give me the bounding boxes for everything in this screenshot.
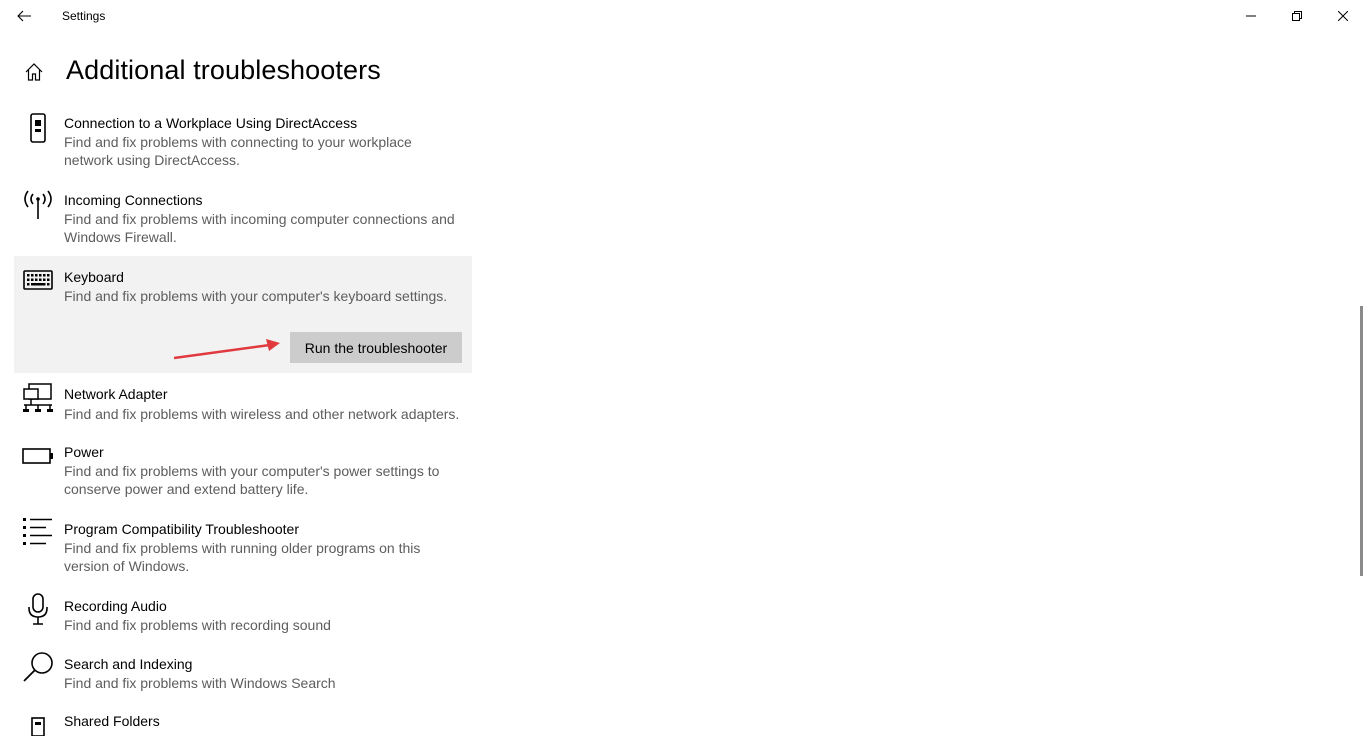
- item-description: Find and fix problems with incoming comp…: [64, 211, 455, 227]
- close-icon: [1338, 11, 1348, 21]
- item-description: Find and fix problems with your computer…: [64, 288, 448, 304]
- close-button[interactable]: [1320, 0, 1366, 32]
- shared-folder-icon: [22, 710, 54, 742]
- keyboard-icon: [22, 264, 54, 296]
- list-item-power[interactable]: Power Find and fix problems with your co…: [14, 431, 472, 508]
- item-description: conserve power and extend battery life.: [64, 481, 309, 497]
- item-description: network using DirectAccess.: [64, 152, 240, 168]
- microphone-icon: [22, 593, 54, 625]
- restore-icon: [1292, 11, 1302, 21]
- item-title: Program Compatibility Troubleshooter: [64, 521, 299, 537]
- list-item-incoming-connections[interactable]: Incoming Connections Find and fix proble…: [14, 183, 472, 260]
- home-icon: [25, 63, 43, 81]
- minimize-button[interactable]: [1228, 0, 1274, 32]
- page-title: Additional troubleshooters: [66, 55, 381, 85]
- back-button[interactable]: [8, 0, 40, 32]
- app-title: Settings: [62, 9, 106, 23]
- list-item-keyboard[interactable]: Keyboard Find and fix problems with your…: [14, 256, 472, 373]
- item-title: Incoming Connections: [64, 192, 203, 208]
- network-adapter-icon: [22, 382, 54, 414]
- search-icon: [22, 651, 54, 683]
- battery-icon: [22, 440, 54, 472]
- list-item-directaccess[interactable]: Connection to a Workplace Using DirectAc…: [14, 106, 472, 183]
- item-description: Find and fix problems with your computer…: [64, 463, 440, 479]
- minimize-icon: [1246, 15, 1256, 17]
- item-description: Find and fix problems with Windows Searc…: [64, 675, 336, 691]
- run-troubleshooter-button[interactable]: Run the troubleshooter: [290, 332, 462, 363]
- item-title: Search and Indexing: [64, 656, 193, 672]
- item-description: Windows Firewall.: [64, 229, 177, 245]
- list-item-program-compatibility[interactable]: Program Compatibility Troubleshooter Fin…: [14, 508, 472, 585]
- title-bar: Settings: [0, 0, 1366, 32]
- item-description: version of Windows.: [64, 558, 190, 574]
- list-item-network-adapter[interactable]: Network Adapter Find and fix problems wi…: [14, 373, 472, 431]
- list-item-shared-folders[interactable]: Shared Folders: [14, 701, 472, 736]
- list-item-recording-audio[interactable]: Recording Audio Find and fix problems wi…: [14, 585, 472, 643]
- item-title: Recording Audio: [64, 598, 167, 614]
- home-button[interactable]: [20, 58, 48, 86]
- item-title: Shared Folders: [64, 713, 160, 729]
- item-title: Network Adapter: [64, 386, 168, 402]
- antenna-icon: [22, 189, 54, 221]
- list-item-search-indexing[interactable]: Search and Indexing Find and fix problem…: [14, 643, 472, 701]
- list-icon: [22, 515, 54, 547]
- item-description: Find and fix problems with connecting to…: [64, 134, 412, 150]
- red-arrow-annotation: [174, 339, 280, 360]
- item-title: Connection to a Workplace Using DirectAc…: [64, 115, 358, 131]
- item-description: Find and fix problems with recording sou…: [64, 617, 331, 633]
- restore-button[interactable]: [1274, 0, 1320, 32]
- item-description: Find and fix problems with running older…: [64, 540, 421, 556]
- item-title: Power: [64, 444, 104, 460]
- back-arrow-icon: [17, 10, 31, 22]
- phone-device-icon: [22, 112, 54, 144]
- item-title: Keyboard: [64, 269, 124, 285]
- item-description: Find and fix problems with wireless and …: [64, 406, 460, 422]
- vertical-scrollbar[interactable]: [1360, 306, 1363, 576]
